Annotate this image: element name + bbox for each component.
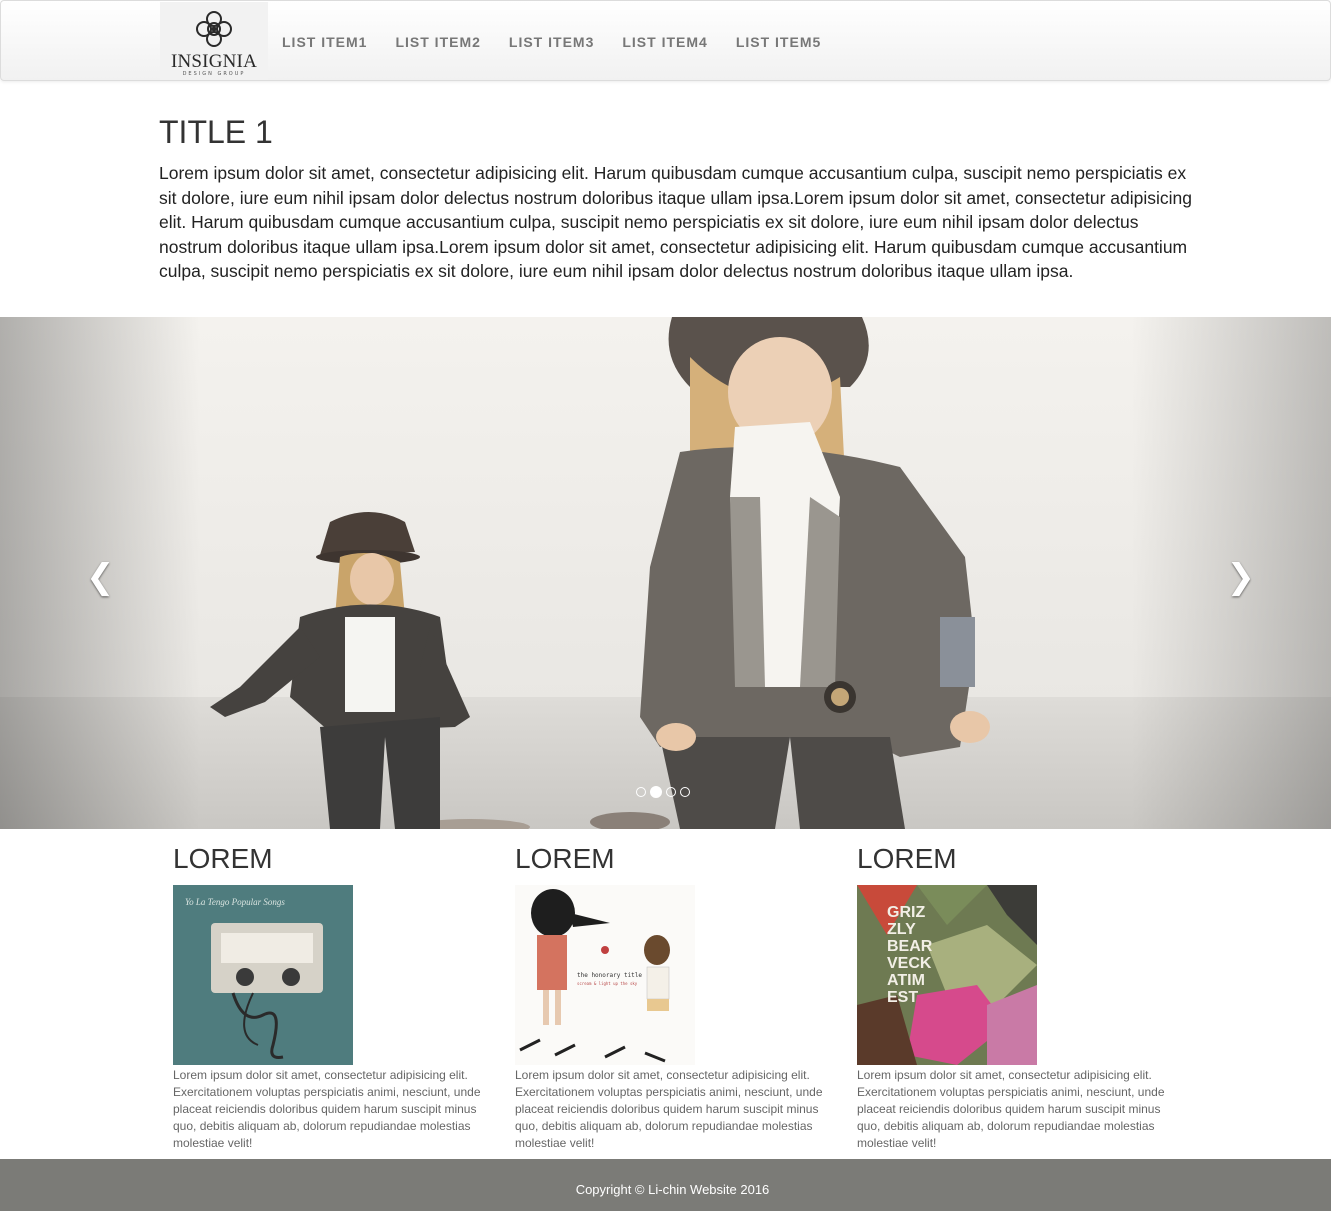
column-title: LOREM — [173, 843, 273, 874]
carousel-indicator[interactable] — [666, 787, 676, 797]
feature-column-2: LOREM the honorary title scream & light … — [515, 843, 835, 1152]
album-cover-image[interactable]: GRIZ ZLY BEAR VECK ATIM EST — [857, 885, 1037, 1065]
carousel-next-button[interactable]: ❯ — [1131, 317, 1331, 829]
hero-carousel: ❮ ❯ — [0, 317, 1331, 829]
nav-item-5[interactable]: LIST ITEM5 — [736, 34, 821, 50]
column-title: LOREM — [515, 843, 615, 874]
nav-item-4[interactable]: LIST ITEM4 — [622, 34, 707, 50]
feature-column-3: LOREM GRIZ ZLY BEAR VECK ATIM EST Lorem … — [857, 843, 1177, 1152]
album-cover-caption: GRIZ — [887, 904, 925, 921]
album-cover-caption: VECK — [887, 955, 932, 972]
feature-column-1: LOREM Yo La Tengo Popular Songs Lorem ip… — [173, 843, 493, 1152]
album-cover-caption: scream & light up the sky — [577, 981, 638, 986]
column-text: Lorem ipsum dolor sit amet, consectetur … — [515, 1068, 823, 1150]
nav-item-3[interactable]: LIST ITEM3 — [509, 34, 594, 50]
column-text: Lorem ipsum dolor sit amet, consectetur … — [857, 1068, 1165, 1150]
nav-menu: LIST ITEM1 LIST ITEM2 LIST ITEM3 LIST IT… — [282, 34, 849, 50]
album-cover-caption: EST — [887, 989, 918, 1006]
column-text: Lorem ipsum dolor sit amet, consectetur … — [173, 1068, 481, 1150]
intro-paragraph: Lorem ipsum dolor sit amet, consectetur … — [159, 163, 1192, 281]
carousel-prev-button[interactable]: ❮ — [0, 317, 200, 829]
album-cover-caption: the honorary title — [577, 972, 642, 979]
ornament-icon — [196, 11, 232, 47]
navbar: INSIGNIA DESIGN GROUP LIST ITEM1 LIST IT… — [0, 0, 1331, 81]
chevron-right-icon: ❯ — [1226, 557, 1256, 597]
nav-item-1[interactable]: LIST ITEM1 — [282, 34, 367, 50]
footer: Copyright © Li-chin Website 2016 — [0, 1159, 1331, 1211]
album-cover-image[interactable]: the honorary title scream & light up the… — [515, 885, 695, 1065]
brand-logo[interactable]: INSIGNIA DESIGN GROUP — [160, 2, 268, 80]
album-cover-image[interactable]: Yo La Tengo Popular Songs — [173, 885, 353, 1065]
page-title: TITLE 1 — [159, 114, 273, 150]
logo-name: INSIGNIA — [170, 51, 258, 72]
copyright-text: Copyright © Li-chin Website 2016 — [575, 1182, 770, 1197]
album-cover-caption: ZLY — [887, 921, 916, 938]
carousel-indicator-active[interactable] — [650, 786, 662, 798]
carousel-indicator[interactable] — [680, 787, 690, 797]
carousel-indicator[interactable] — [636, 787, 646, 797]
column-title: LOREM — [857, 843, 957, 874]
chevron-left-icon: ❮ — [86, 557, 115, 597]
carousel-indicators — [636, 786, 690, 798]
nav-item-2[interactable]: LIST ITEM2 — [395, 34, 480, 50]
album-cover-caption: Yo La Tengo Popular Songs — [185, 897, 285, 907]
album-cover-caption: BEAR — [887, 938, 933, 955]
logo-tagline: DESIGN GROUP — [182, 71, 246, 77]
album-cover-caption: ATIM — [887, 972, 925, 989]
